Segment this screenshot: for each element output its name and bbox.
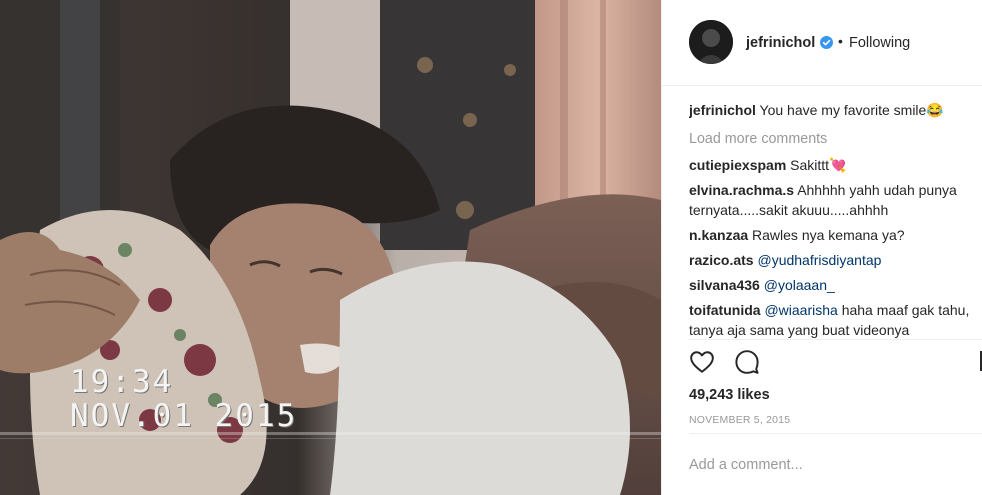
comments-list[interactable]: jefrinichol You have my favorite smile😂 … (689, 100, 982, 339)
verified-badge-icon (820, 36, 833, 49)
list-item: silvana436 @yolaaan_ (689, 275, 982, 295)
list-item: razico.ats @yudhafrisdiyantap (689, 250, 982, 270)
heart-icon[interactable] (689, 349, 715, 375)
comment-username-link[interactable]: razico.ats (689, 252, 754, 268)
post-header: jefrinichol • Following (662, 0, 982, 86)
divider (689, 433, 982, 434)
divider (689, 339, 982, 340)
header-username-link[interactable]: jefrinichol (746, 35, 815, 51)
vhs-timestamp-date: NOV.01 2015 (70, 398, 298, 434)
comment-username-link[interactable]: n.kanzaa (689, 227, 748, 243)
comment-username-link[interactable]: elvina.rachma.s (689, 182, 794, 198)
list-item: toifatunida @wiaarisha haha maaf gak tah… (689, 300, 982, 339)
list-item: n.kanzaa Rawles nya kemana ya? (689, 225, 982, 245)
comment-mention-link[interactable]: @yudhafrisdiyantap (757, 252, 881, 268)
separator-dot: • (838, 33, 843, 49)
load-more-comments-button[interactable]: Load more comments (689, 129, 982, 149)
following-button[interactable]: Following (849, 35, 910, 51)
comment-text: Rawles nya kemana ya? (752, 227, 905, 243)
vhs-timestamp-time: 19:34 (70, 364, 174, 400)
comment-username-link[interactable]: cutiepiexspam (689, 157, 786, 173)
likes-count[interactable]: 49,243 likes (689, 387, 770, 403)
comment-username-link[interactable]: toifatunida (689, 302, 761, 318)
profile-photo-icon (689, 20, 733, 64)
comment-text: Sakittt💘 (790, 157, 847, 173)
avatar[interactable] (689, 20, 733, 64)
caption-text: You have my favorite smile😂 (759, 102, 944, 118)
comment-bubble-icon[interactable] (734, 349, 760, 375)
list-item: elvina.rachma.s Ahhhhh yahh udah punya t… (689, 180, 982, 220)
post-sidebar: jefrinichol • Following jefrinichol You … (661, 0, 982, 495)
add-comment-input[interactable]: Add a comment... (689, 457, 803, 473)
post-date[interactable]: NOVEMBER 5, 2015 (689, 414, 790, 426)
comment-mention-link[interactable]: @wiaarisha (764, 302, 837, 318)
list-item: cutiepiexspam Sakittt💘 (689, 155, 982, 175)
post-media[interactable]: 19:34 NOV.01 2015 (0, 0, 661, 495)
comment-username-link[interactable]: silvana436 (689, 277, 760, 293)
comment-mention-link[interactable]: @yolaaan_ (764, 277, 835, 293)
caption: jefrinichol You have my favorite smile😂 (689, 100, 982, 120)
caption-username-link[interactable]: jefrinichol (689, 102, 756, 118)
